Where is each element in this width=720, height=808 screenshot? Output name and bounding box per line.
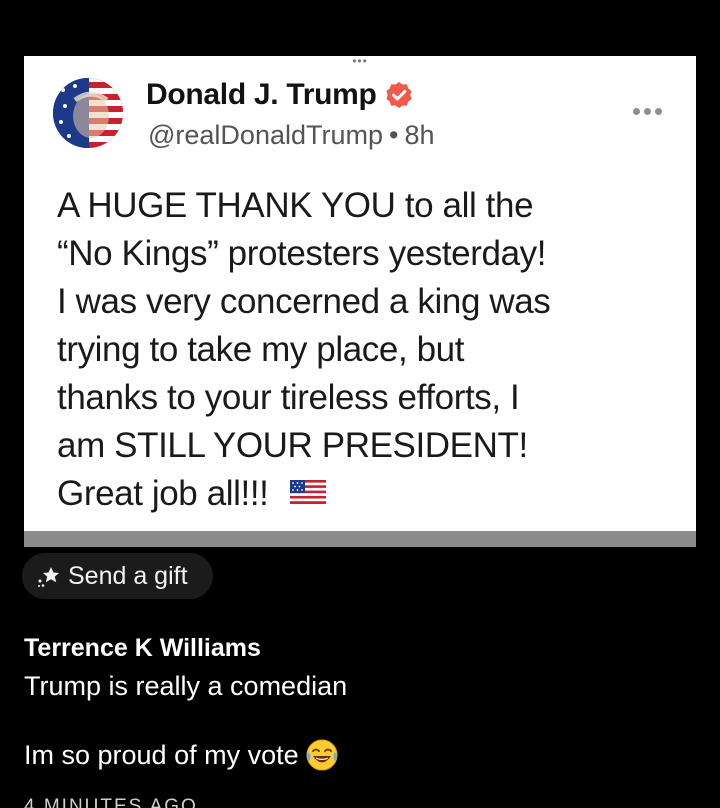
american-flag-portrait-avatar-icon [53,78,123,148]
comment-text: Im so proud of my vote [24,739,299,770]
post-body: A HUGE THANK YOU to all the “No Kings” p… [57,182,677,518]
comment-text-line: Trump is really a comedian [24,671,348,701]
post-author-name-text: Donald J. Trump [146,78,377,111]
send-gift-button[interactable]: Send a gift [22,553,213,599]
post-body-line: “No Kings” protesters yesterday! [57,234,547,273]
image-bottom-strip [24,531,696,547]
verified-badge-icon [385,81,413,109]
post-time: 8h [404,120,435,150]
drag-handle-icon[interactable]: ••• [0,55,720,67]
post-body-line: Great job all!!! [57,474,269,513]
tears-of-joy-emoji-icon [305,738,339,772]
post-body-last-line: Great job all!!! [57,470,677,518]
gift-sparkle-icon [36,563,62,589]
embedded-post-image[interactable]: Donald J. Trump @realDonaldTrump • 8h A HU… [24,56,696,531]
avatar[interactable] [53,78,123,148]
post-body-line: trying to take my place, but [57,330,465,369]
comment-text-line: Im so proud of my vote [24,738,339,772]
meta-separator: • [389,120,399,150]
more-options-icon[interactable] [633,108,662,115]
send-gift-label: Send a gift [68,561,188,590]
post-author-name[interactable]: Donald J. Trump [146,78,413,112]
post-handle: @realDonaldTrump [148,120,383,150]
comment-author[interactable]: Terrence K Williams [24,634,261,663]
us-flag-emoji-icon [290,479,327,504]
post-body-line: am STILL YOUR PRESIDENT! [57,426,528,465]
post-body-line: thanks to your tireless efforts, I [57,378,520,417]
post-body-line: A HUGE THANK YOU to all the [57,186,534,225]
screen: Donald J. Trump @realDonaldTrump • 8h A HU… [0,0,720,808]
post-meta: @realDonaldTrump • 8h [148,120,435,151]
comment-timestamp: 4 MINUTES AGO [24,796,198,808]
post-body-line: I was very concerned a king was [57,282,551,321]
